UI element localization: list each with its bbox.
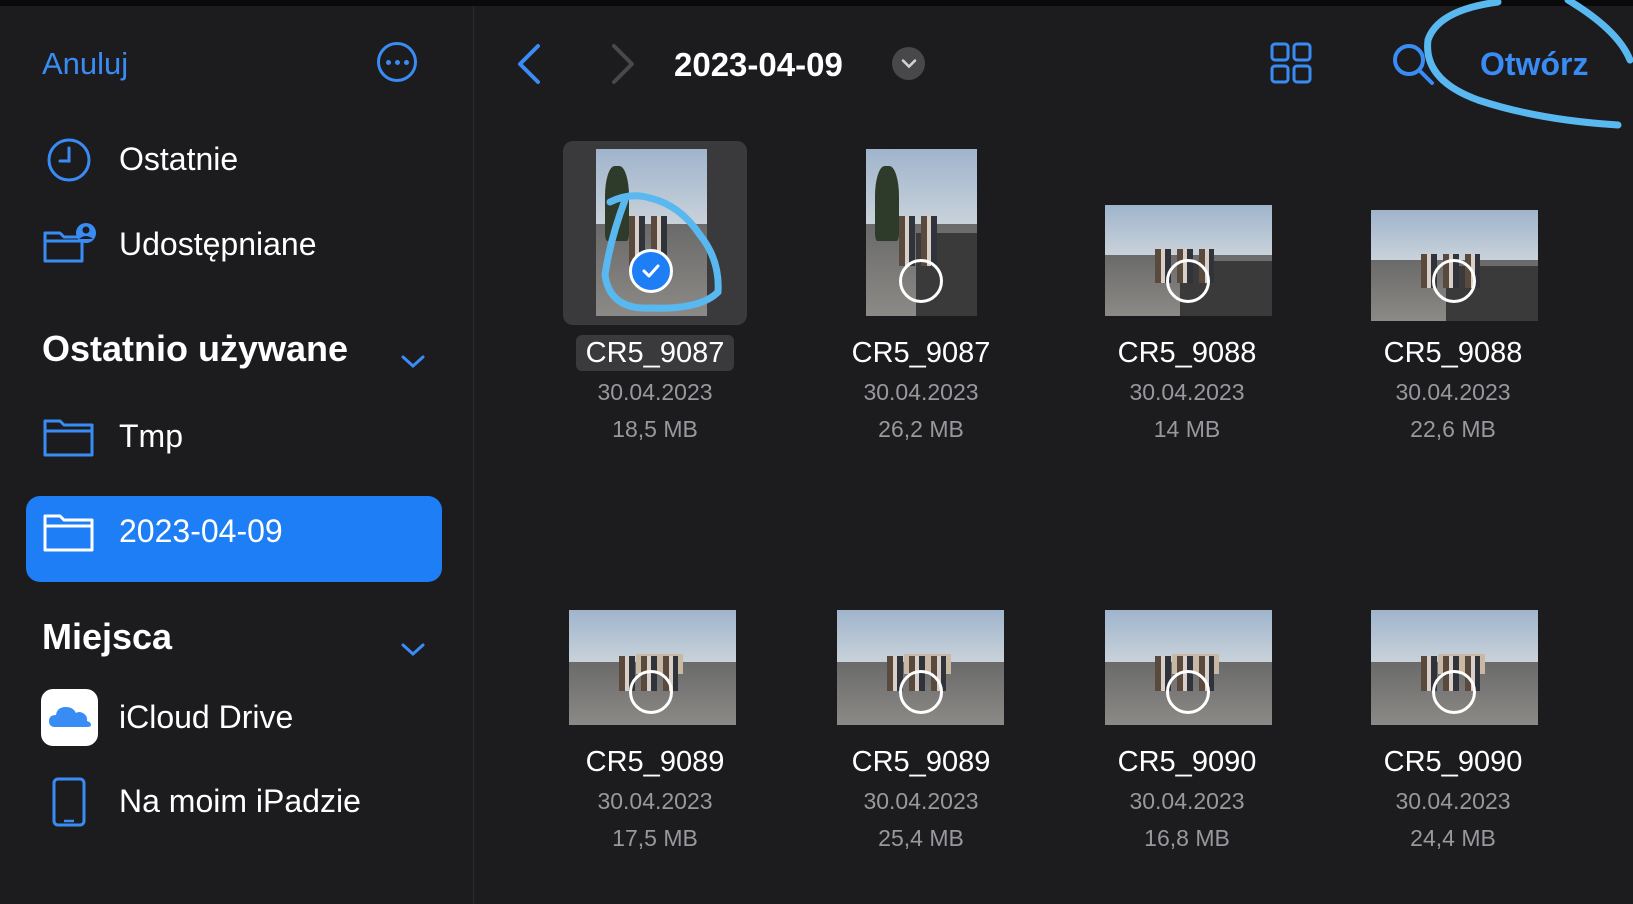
file-date: 30.04.2023 <box>597 788 713 814</box>
file-date: 30.04.2023 <box>597 379 713 405</box>
grid-view-icon[interactable] <box>1270 42 1312 84</box>
back-icon[interactable] <box>514 42 544 86</box>
sidebar-item-label: iCloud Drive <box>119 699 294 735</box>
sidebar-item-label: Tmp <box>119 418 183 454</box>
folder-icon <box>43 514 94 552</box>
cancel-button[interactable]: Anuluj <box>42 46 128 82</box>
sidebar-item-label: Udostępniane <box>119 226 317 262</box>
folder-title[interactable]: 2023-04-09 <box>674 46 843 84</box>
file-size: 18,5 MB <box>612 416 698 442</box>
file-item[interactable]: CR5_9089 30.04.2023 25,4 MB <box>829 550 1029 860</box>
more-options-button[interactable] <box>377 42 417 82</box>
file-size: 26,2 MB <box>878 416 964 442</box>
file-item[interactable]: CR5_9090 30.04.2023 16,8 MB <box>1095 550 1295 860</box>
sidebar-item-label: Na moim iPadzie <box>119 783 361 819</box>
file-name: CR5_9090 <box>1383 746 1523 778</box>
sidebar-item-label: Ostatnie <box>119 141 239 177</box>
chevron-down-icon[interactable] <box>398 640 428 660</box>
file-size: 22,6 MB <box>1410 416 1496 442</box>
file-name: CR5_9089 <box>851 746 991 778</box>
open-button[interactable]: Otwórz <box>1480 46 1588 83</box>
clock-icon <box>47 138 91 182</box>
file-item[interactable]: CR5_9088 30.04.2023 14 MB <box>1095 141 1295 451</box>
file-size: 25,4 MB <box>878 825 964 851</box>
file-date: 30.04.2023 <box>863 788 979 814</box>
shared-folder-icon <box>43 223 96 263</box>
sidebar-item-tmp[interactable]: Tmp <box>26 394 442 480</box>
selection-circle-icon[interactable] <box>629 670 673 714</box>
icloud-icon <box>41 689 98 746</box>
file-item[interactable]: CR5_9090 30.04.2023 24,4 MB <box>1361 550 1561 860</box>
selection-circle-icon[interactable] <box>899 670 943 714</box>
file-name: CR5_9088 <box>1383 337 1523 369</box>
file-item[interactable]: CR5_9087 30.04.2023 26,2 MB <box>829 141 1029 451</box>
file-date: 30.04.2023 <box>1129 788 1245 814</box>
file-date: 30.04.2023 <box>1395 788 1511 814</box>
sidebar: Anuluj Ostatnie Udostępniane Ostatnio uż… <box>0 6 474 904</box>
file-name: CR5_9087 <box>563 335 747 371</box>
file-item[interactable]: CR5_9088 30.04.2023 22,6 MB <box>1361 141 1561 451</box>
file-size: 14 MB <box>1153 416 1221 442</box>
selection-circle-icon[interactable] <box>899 259 943 303</box>
sidebar-item-recents[interactable]: Ostatnie <box>26 117 442 203</box>
checkmark-icon[interactable] <box>629 249 673 293</box>
file-name: CR5_9088 <box>1117 337 1257 369</box>
selection-circle-icon[interactable] <box>1432 670 1476 714</box>
sidebar-item-label: 2023-04-09 <box>119 513 283 549</box>
ipad-icon <box>52 777 86 827</box>
selection-circle-icon[interactable] <box>1166 670 1210 714</box>
file-name: CR5_9090 <box>1117 746 1257 778</box>
forward-icon[interactable] <box>608 42 638 86</box>
file-date: 30.04.2023 <box>1395 379 1511 405</box>
file-item[interactable]: CR5_9087 30.04.2023 18,5 MB <box>563 141 763 451</box>
file-size: 24,4 MB <box>1410 825 1496 851</box>
search-icon[interactable] <box>1391 42 1435 86</box>
sidebar-item-2023-04-09[interactable]: 2023-04-09 <box>26 496 442 582</box>
chevron-down-icon[interactable] <box>892 47 925 80</box>
selection-circle-icon[interactable] <box>1432 259 1476 303</box>
file-browser: 2023-04-09 Otwórz CR5_9087 30.04.2023 18… <box>474 6 1633 904</box>
section-header-recent[interactable]: Ostatnio używane <box>42 328 348 370</box>
chevron-down-icon[interactable] <box>398 352 428 372</box>
folder-icon <box>43 419 94 457</box>
file-size: 17,5 MB <box>612 825 698 851</box>
sidebar-item-icloud-drive[interactable]: iCloud Drive <box>26 675 442 761</box>
file-date: 30.04.2023 <box>1129 379 1245 405</box>
selection-circle-icon[interactable] <box>1166 259 1210 303</box>
section-header-places[interactable]: Miejsca <box>42 616 172 658</box>
file-item[interactable]: CR5_9089 30.04.2023 17,5 MB <box>563 550 763 860</box>
file-date: 30.04.2023 <box>863 379 979 405</box>
sidebar-item-shared[interactable]: Udostępniane <box>26 202 442 288</box>
file-size: 16,8 MB <box>1144 825 1230 851</box>
file-name: CR5_9089 <box>585 746 725 778</box>
file-name: CR5_9087 <box>851 337 991 369</box>
sidebar-item-on-my-ipad[interactable]: Na moim iPadzie <box>26 759 442 845</box>
